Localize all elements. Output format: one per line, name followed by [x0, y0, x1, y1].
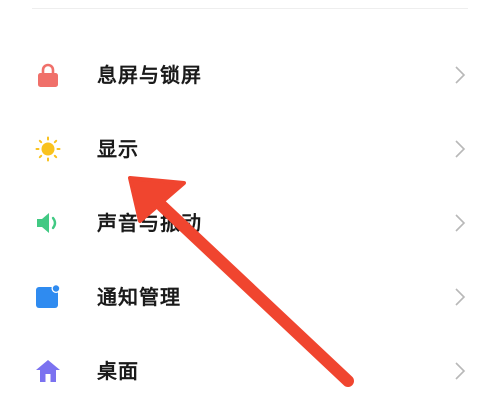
settings-item-label: 声音与振动 [97, 211, 202, 235]
settings-screen: 息屏与锁屏 显示 声音与振动 通知管理 桌面 [0, 0, 500, 400]
chevron-right-icon [452, 212, 468, 234]
speaker-icon [35, 210, 61, 236]
settings-item-sound-vibration[interactable]: 声音与振动 [0, 186, 500, 260]
settings-item-display[interactable]: 显示 [0, 112, 500, 186]
chevron-right-icon [452, 64, 468, 86]
chevron-right-icon [452, 138, 468, 160]
notification-icon [35, 284, 61, 310]
settings-item-notification[interactable]: 通知管理 [0, 260, 500, 334]
chevron-right-icon [452, 360, 468, 382]
settings-item-label: 桌面 [97, 359, 139, 383]
sun-icon [35, 136, 61, 162]
chevron-right-icon [452, 286, 468, 308]
home-icon [35, 358, 61, 384]
settings-item-label: 息屏与锁屏 [97, 63, 202, 87]
settings-item-desktop[interactable]: 桌面 [0, 334, 500, 400]
settings-item-lock-screen[interactable]: 息屏与锁屏 [0, 38, 500, 112]
lock-icon [35, 62, 61, 88]
top-divider [32, 8, 468, 9]
settings-item-label: 通知管理 [97, 285, 181, 309]
settings-list: 息屏与锁屏 显示 声音与振动 通知管理 桌面 [0, 38, 500, 400]
settings-item-label: 显示 [97, 137, 139, 161]
